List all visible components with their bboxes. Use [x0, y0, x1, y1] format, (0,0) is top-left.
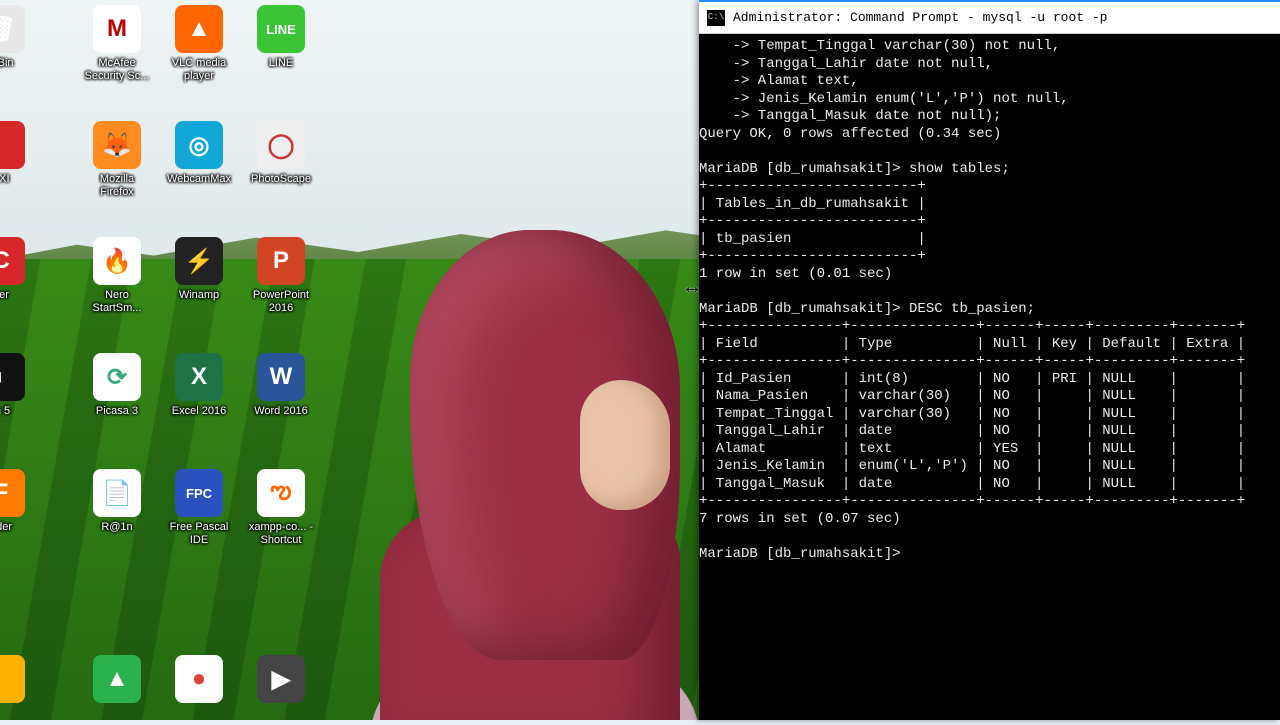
desktop-icon[interactable]: ▶ [246, 655, 316, 725]
desktop-icon[interactable]: 🔥 Nero StartSm... [82, 237, 152, 349]
app-icon: ◯ [257, 121, 305, 169]
resize-horizontal-cursor-icon: ↔ [682, 276, 702, 299]
desktop-icon[interactable]: ◐ m 5 [0, 353, 70, 465]
desktop-icon-label: Winamp [179, 289, 219, 302]
desktop-icon[interactable] [0, 655, 70, 725]
desktop-icon-label: McAfee Security Sc... [82, 57, 152, 83]
desktop-icon-label: r XI [0, 173, 10, 186]
app-icon [0, 121, 25, 169]
app-icon: ఌ [257, 469, 305, 517]
desktop-icon[interactable]: ⚡ Winamp [164, 237, 234, 349]
app-icon: FPC [175, 469, 223, 517]
desktop-icon-label: ner [0, 289, 9, 302]
app-icon: P [257, 237, 305, 285]
app-icon: M [93, 5, 141, 53]
desktop-icon-label: VLC media player [164, 57, 234, 83]
command-prompt-titlebar[interactable]: C:\ Administrator: Command Prompt - mysq… [699, 2, 1280, 34]
app-icon: X [175, 353, 223, 401]
desktop-icon-label: WebcamMax [167, 173, 231, 186]
desktop-icon-label: PhotoScape [251, 173, 311, 186]
app-icon: LINE [257, 5, 305, 53]
desktop-icon-label: Picasa 3 [96, 405, 138, 418]
desktop-icon[interactable]: 🦊 Mozilla Firefox [82, 121, 152, 233]
desktop-icon-label: e Bin [0, 57, 14, 70]
desktop-icon-grid: 🗑 e Bin M McAfee Security Sc... ▲ VLC media p… [0, 5, 290, 581]
desktop-icon[interactable]: W Word 2016 [246, 353, 316, 465]
command-prompt-icon: C:\ [707, 10, 725, 26]
desktop-icon[interactable]: ◎ WebcamMax [164, 121, 234, 233]
desktop-icon[interactable]: r XI [0, 121, 70, 233]
app-icon: ⟳ [93, 353, 141, 401]
app-icon: ▶ [257, 655, 305, 703]
desktop-icon-label: LINE [269, 57, 293, 70]
desktop-icon[interactable]: P PowerPoint 2016 [246, 237, 316, 349]
desktop-icon[interactable]: FPC Free Pascal IDE [164, 469, 234, 581]
desktop-icon[interactable]: ● [164, 655, 234, 725]
app-icon: 🦊 [93, 121, 141, 169]
desktop-icon[interactable]: ▲ VLC media player [164, 5, 234, 117]
desktop-icon[interactable]: ◯ PhotoScape [246, 121, 316, 233]
desktop-icon-label: ader [0, 521, 12, 534]
desktop-icon[interactable]: Fader [0, 469, 70, 581]
desktop-icon-label: Word 2016 [254, 405, 308, 418]
app-icon: ● [175, 655, 223, 703]
desktop-icon-label: Free Pascal IDE [164, 521, 234, 547]
desktop-icon[interactable]: X Excel 2016 [164, 353, 234, 465]
desktop-icon-label: Mozilla Firefox [82, 173, 152, 199]
window-title: Administrator: Command Prompt - mysql -u… [733, 9, 1107, 27]
app-icon: W [257, 353, 305, 401]
desktop-icon[interactable]: LINE LINE [246, 5, 316, 117]
desktop-icon[interactable]: ⟳ Picasa 3 [82, 353, 152, 465]
desktop-icon-grid-bottom: ▲●▶ [0, 655, 290, 725]
app-icon: ▲ [93, 655, 141, 703]
app-icon: ⚡ [175, 237, 223, 285]
app-icon: ▲ [175, 5, 223, 53]
desktop-icon-label: Excel 2016 [172, 405, 226, 418]
app-icon: 🔥 [93, 237, 141, 285]
app-icon: ◎ [175, 121, 223, 169]
app-icon: 📄 [93, 469, 141, 517]
app-icon: C [0, 237, 25, 285]
desktop-icon[interactable]: ఌ xampp-co... - Shortcut [246, 469, 316, 581]
desktop-icon-label: PowerPoint 2016 [246, 289, 316, 315]
desktop-icon-label: xampp-co... - Shortcut [246, 521, 316, 547]
command-prompt-window[interactable]: C:\ Administrator: Command Prompt - mysq… [699, 0, 1280, 720]
desktop-icon-label: R@1n [101, 521, 132, 534]
desktop-icon-label: m 5 [0, 405, 10, 418]
app-icon: ◐ [0, 353, 25, 401]
app-icon: 🗑 [0, 5, 25, 53]
desktop-icon[interactable]: 🗑 e Bin [0, 5, 70, 117]
desktop-icon-label: Nero StartSm... [82, 289, 152, 315]
desktop-icon[interactable]: 📄 R@1n [82, 469, 152, 581]
app-icon [0, 655, 25, 703]
app-icon: F [0, 469, 25, 517]
terminal-output[interactable]: -> Tempat_Tinggal varchar(30) not null, … [699, 34, 1280, 567]
desktop-icon[interactable]: Cner [0, 237, 70, 349]
desktop-icon[interactable]: M McAfee Security Sc... [82, 5, 152, 117]
wallpaper-person [370, 230, 690, 720]
desktop-icon[interactable]: ▲ [82, 655, 152, 725]
